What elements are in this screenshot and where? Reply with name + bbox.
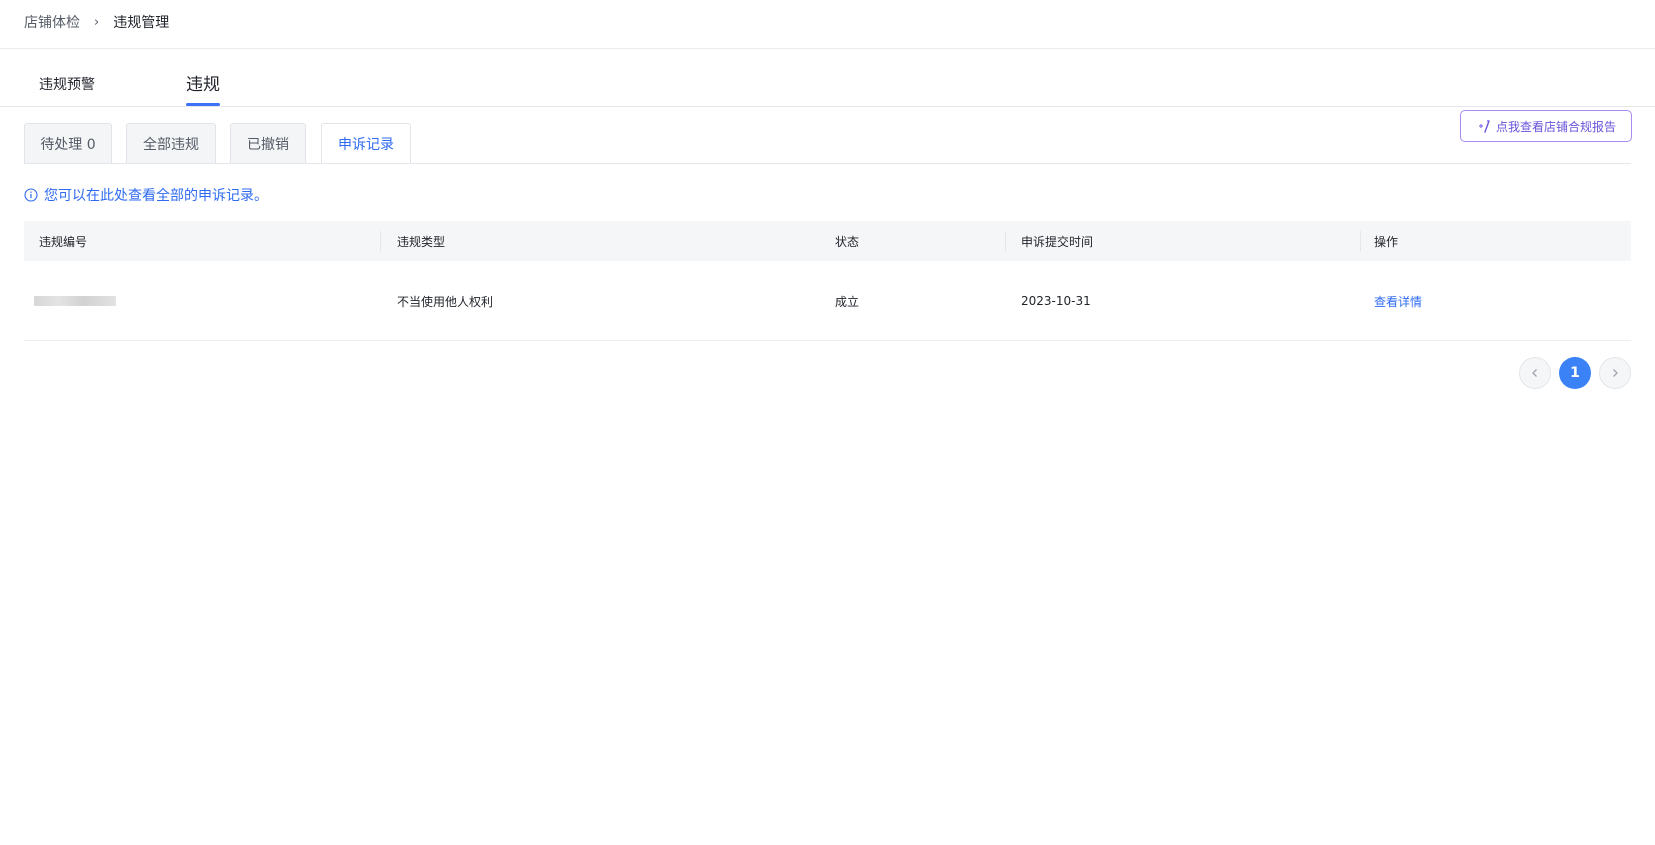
- column-header-status: 状态: [835, 234, 860, 249]
- tab-label: 违规预警: [39, 77, 95, 93]
- notice-text: 您可以在此处查看全部的申诉记录。: [44, 188, 268, 204]
- column-header-violation-type: 违规类型: [397, 234, 446, 249]
- prev-page-button[interactable]: [1519, 357, 1551, 389]
- header-divider: [0, 48, 1655, 49]
- column-header-violation-id: 违规编号: [39, 234, 88, 249]
- sparkle-wand-icon: [1478, 120, 1490, 133]
- tab-violation-warning[interactable]: 违规预警: [39, 74, 95, 110]
- cell-submit-time: 2023-10-31: [1021, 294, 1091, 308]
- chevron-left-icon: [1532, 369, 1537, 377]
- appeal-records-table: 违规编号 违规类型 状态 申诉提交时间 操作 不当使用他人权利 成立 2023-…: [24, 221, 1631, 341]
- view-details-link[interactable]: 查看详情: [1374, 261, 1422, 341]
- chevron-right-icon: [1613, 369, 1618, 377]
- compliance-report-button[interactable]: 点我查看店铺合规报告: [1460, 110, 1632, 142]
- cell-status: 成立: [835, 294, 860, 309]
- cell-violation-type: 不当使用他人权利: [397, 294, 494, 309]
- column-header-submit-time: 申诉提交时间: [1021, 234, 1094, 249]
- cell-violation-id: [34, 261, 116, 341]
- page-1-button[interactable]: 1: [1559, 357, 1591, 389]
- table-header: 违规编号 违规类型 状态 申诉提交时间 操作: [24, 221, 1631, 261]
- sub-tabs-divider: [24, 163, 1631, 164]
- next-page-button[interactable]: [1599, 357, 1631, 389]
- tab-all-violations[interactable]: 全部违规: [126, 123, 216, 163]
- breadcrumb-current: 违规管理: [113, 15, 170, 31]
- column-divider: [380, 231, 381, 251]
- tab-violation[interactable]: 违规: [186, 70, 220, 106]
- info-circle-icon: [24, 188, 38, 202]
- tab-revoked[interactable]: 已撤销: [230, 123, 306, 163]
- masked-violation-id: [34, 296, 116, 306]
- tab-pending[interactable]: 待处理 0: [24, 123, 112, 163]
- breadcrumb-separator-icon: ›: [94, 14, 100, 30]
- breadcrumb-root-link[interactable]: 店铺体检: [24, 12, 80, 32]
- info-notice: 您可以在此处查看全部的申诉记录。: [24, 185, 268, 205]
- pagination: 1: [1519, 357, 1631, 389]
- column-divider: [1360, 231, 1361, 251]
- compliance-report-label: 点我查看店铺合规报告: [1495, 119, 1616, 134]
- column-divider: [1005, 231, 1006, 251]
- tab-appeal-records[interactable]: 申诉记录: [321, 123, 411, 164]
- tab-label: 违规: [186, 75, 220, 95]
- main-tabs: 违规预警 违规: [0, 70, 1655, 106]
- column-header-action: 操作: [1374, 234, 1399, 249]
- tabs-divider: [0, 106, 1655, 107]
- table-row: 不当使用他人权利 成立 2023-10-31 查看详情: [24, 261, 1631, 341]
- breadcrumb: 店铺体检 › 违规管理: [24, 11, 169, 33]
